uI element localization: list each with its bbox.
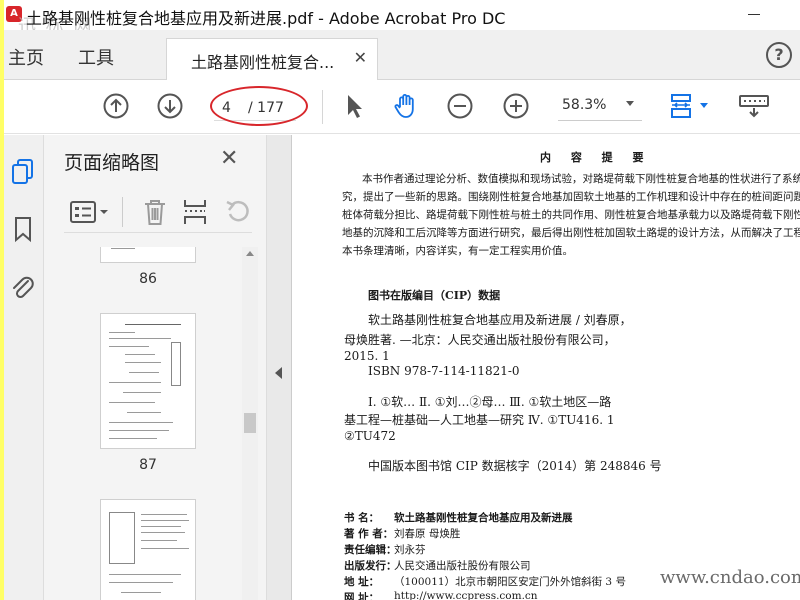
window-title: 土路基刚性桩复合地基应用及新进展.pdf - Adobe Acrobat Pro… xyxy=(26,9,506,28)
document-tab-label: 土路基刚性桩复合... xyxy=(191,53,335,72)
cip-line: 母焕胜著. —北京：人民交通出版社股份有限公司， xyxy=(344,333,616,347)
next-page-icon[interactable] xyxy=(156,92,184,120)
title-bar: A 迅 标 网 土路基刚性桩复合地基应用及新进展.pdf - Adobe Acr… xyxy=(4,0,800,37)
zoom-in-icon[interactable] xyxy=(502,92,530,120)
toolbar: 4 / 177 58.3% xyxy=(4,80,800,134)
panel-tools-divider xyxy=(122,197,123,227)
cip-heading: 图书在版编目（CIP）数据 xyxy=(368,289,501,302)
tab-tools[interactable]: 工具 xyxy=(78,44,114,70)
thumbnail-options-icon[interactable] xyxy=(70,199,112,225)
minimize-icon[interactable] xyxy=(748,14,760,15)
meta-key: 著 作 者： xyxy=(344,528,394,540)
summary-line: 本书作者通过理论分析、数值模拟和现场试验，对路堤荷载下刚性桩复合地基的性状进行了… xyxy=(362,173,800,185)
thumbnail-page-number: 87 xyxy=(139,457,157,473)
help-icon[interactable]: ? xyxy=(766,42,792,68)
navigation-rail xyxy=(4,135,44,600)
tab-document[interactable]: 土路基刚性桩复合... ✕ xyxy=(166,38,378,80)
thumbnails-list: 86 87 xyxy=(54,247,260,600)
meta-value: （100011）北京市朝阳区安定门外外馆斜街 3 号 xyxy=(394,576,626,588)
thumbnails-panel: 页面缩略图 ✕ 86 87 xyxy=(44,135,266,600)
cip-line: ②TU472 xyxy=(344,429,396,443)
meta-value: 刘春原 母焕胜 xyxy=(394,528,461,540)
panel-toolbar xyxy=(64,193,252,233)
meta-key: 地 址： xyxy=(344,576,380,588)
meta-value: 刘永芬 xyxy=(394,544,426,556)
summary-line: 究，提出了一些新的思路。围绕刚性桩复合地基加固软土地基的工作机理和设计中存在的桩… xyxy=(342,191,800,203)
cip-line: 软土路基刚性桩复合地基应用及新进展 / 刘春原， xyxy=(368,313,632,327)
zoom-level[interactable]: 58.3% xyxy=(562,97,606,113)
zoom-out-icon[interactable] xyxy=(446,92,474,120)
cip-line: 2015. 1 xyxy=(344,349,390,363)
summary-line: 本书条理清晰，内容详实，有一定工程实用价值。 xyxy=(342,245,573,257)
bookmark-icon[interactable] xyxy=(10,215,36,243)
insert-page-icon[interactable] xyxy=(182,197,208,227)
meta-value: 软土路基刚性桩复合地基应用及新进展 xyxy=(394,512,573,524)
scroll-up-icon[interactable] xyxy=(246,251,254,256)
page-thumbnails-icon[interactable] xyxy=(10,157,36,185)
scrollbar-thumb[interactable] xyxy=(244,413,256,433)
thumbnail-page-number: 86 xyxy=(139,271,157,287)
tab-bar: 主页 工具 土路基刚性桩复合... ✕ ? xyxy=(4,30,800,80)
cip-record: 中国版本图书馆 CIP 数据核字（2014）第 248846 号 xyxy=(368,459,662,473)
summary-line: 桩体荷载分担比、路堤荷载下刚性桩与桩土的共同作用、刚性桩复合地基承载力以及路堤荷… xyxy=(342,209,800,221)
panel-title: 页面缩略图 xyxy=(64,152,160,174)
summary-line: 地基的沉降和工后沉降等方面进行研究，最后得出刚性桩加固软土路堤的设计方法，从而解… xyxy=(342,227,800,239)
hand-tool-icon[interactable] xyxy=(392,92,420,120)
page-thumbnail[interactable] xyxy=(100,247,196,263)
acrobat-window: A 迅 标 网 土路基刚性桩复合地基应用及新进展.pdf - Adobe Acr… xyxy=(4,0,800,600)
cip-line: 基工程—桩基础—人工地基—研究 Ⅳ. ①TU416. 1 xyxy=(344,413,615,427)
document-view[interactable]: 内 容 提 要 本书作者通过理论分析、数值模拟和现场试验，对路堤荷载下刚性桩复合… xyxy=(292,135,800,600)
collapse-panel-icon[interactable] xyxy=(275,367,282,379)
meta-key: 网 址： xyxy=(344,592,380,600)
meta-key: 出版发行： xyxy=(344,560,397,572)
fit-page-icon[interactable] xyxy=(668,92,712,120)
select-cursor-icon[interactable] xyxy=(340,92,368,120)
cip-line: Ⅰ. ①软… Ⅱ. ①刘…②母… Ⅲ. ①软土地区—路 xyxy=(368,395,612,409)
document-page: 内 容 提 要 本书作者通过理论分析、数值模拟和现场试验，对路堤荷载下刚性桩复合… xyxy=(292,135,800,600)
tab-home[interactable]: 主页 xyxy=(8,44,44,70)
panel-close-icon[interactable]: ✕ xyxy=(220,146,238,171)
summary-heading: 内 容 提 要 xyxy=(540,151,652,164)
zoom-underline xyxy=(558,120,642,121)
meta-key: 责任编辑： xyxy=(344,544,397,556)
watermark-right: www.cndao.com xyxy=(660,567,800,588)
close-tab-icon[interactable]: ✕ xyxy=(354,48,367,67)
prev-page-icon[interactable] xyxy=(102,92,130,120)
annotation-oval xyxy=(210,86,308,126)
meta-value: 人民交通出版社股份有限公司 xyxy=(394,560,531,572)
cip-line: ISBN 978-7-114-11821-0 xyxy=(368,364,520,378)
page-thumbnail[interactable] xyxy=(100,499,196,600)
panel-collapse-strip[interactable] xyxy=(266,135,292,600)
meta-key: 书 名： xyxy=(344,512,380,524)
meta-value: http://www.ccpress.com.cn xyxy=(394,590,538,600)
page-thumbnail[interactable] xyxy=(100,313,196,449)
toolbar-divider xyxy=(322,90,323,124)
rotate-page-icon[interactable] xyxy=(224,197,252,227)
attachment-icon[interactable] xyxy=(10,273,36,301)
thumbnails-scrollbar[interactable] xyxy=(242,247,258,600)
zoom-dropdown-icon[interactable] xyxy=(626,101,634,106)
delete-page-icon[interactable] xyxy=(142,197,168,227)
keyboard-icon[interactable] xyxy=(738,92,770,120)
